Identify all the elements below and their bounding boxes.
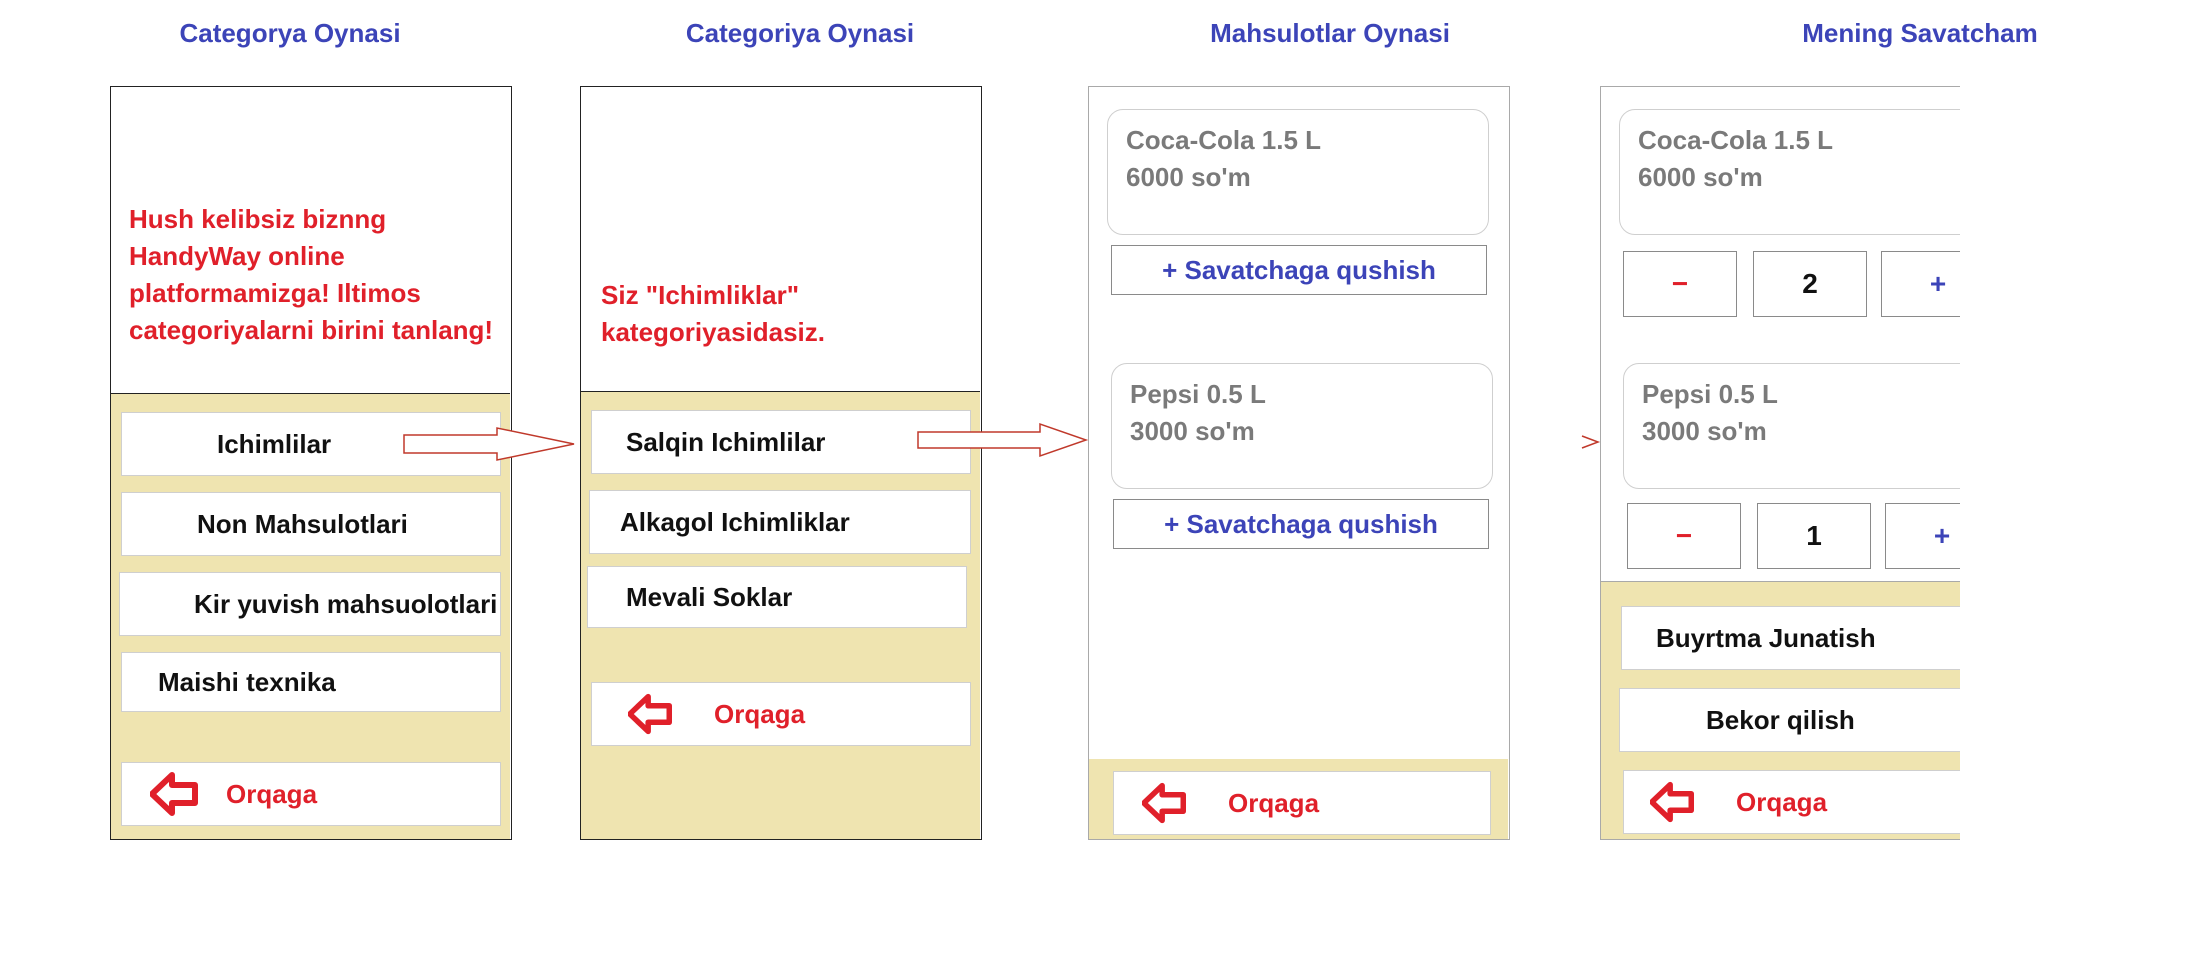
category-item-ichimlilar[interactable]: Ichimlilar — [121, 412, 501, 476]
product-name: Pepsi 0.5 L — [1642, 379, 1778, 409]
product-name: Coca-Cola 1.5 L — [1638, 125, 1834, 155]
screen-2-frame: Siz "Ichimliklar" kategoriyasidasiz. Sal… — [580, 86, 982, 840]
product-name: Coca-Cola 1.5 L — [1126, 125, 1322, 155]
back-label: Orqaga — [226, 778, 318, 809]
product-card-coca-cola: Coca-Cola 1.5 L 6000 so'm — [1107, 109, 1489, 235]
subcategory-item-salqin[interactable]: Salqin Ichimlilar — [591, 410, 971, 474]
minus-label: − — [1675, 520, 1693, 551]
subcategory-item-label: Mevali Soklar — [626, 581, 793, 612]
cancel-label: Bekor qilish — [1706, 704, 1855, 735]
quantity-field[interactable]: 2 — [1753, 251, 1867, 317]
plus-label: + — [1933, 520, 1951, 551]
subcategory-item-alkagol[interactable]: Alkagol Ichimliklar — [589, 490, 971, 554]
cart-actions-panel: Buyrtma Junatish Bekor qilish Orqaga — [1601, 581, 1960, 839]
product-card-pepsi: Pepsi 0.5 L 3000 so'm — [1111, 363, 1493, 489]
screen-3-frame: Coca-Cola 1.5 L 6000 so'm + Savatchaga q… — [1088, 86, 1510, 840]
screen-3-title: Mahsulotlar Oynasi — [1210, 18, 1450, 48]
category-item-label: Maishi texnika — [158, 666, 336, 697]
back-arrow-icon — [150, 772, 198, 816]
add-to-cart-button[interactable]: + Savatchaga qushish — [1111, 245, 1487, 295]
increase-button[interactable]: + — [1881, 251, 1960, 317]
screen-4-title: Mening Savatcham — [1802, 18, 2038, 48]
quantity-field[interactable]: 1 — [1757, 503, 1871, 569]
decrease-button[interactable]: − — [1623, 251, 1737, 317]
send-order-button[interactable]: Buyrtma Junatish — [1621, 606, 1960, 670]
flow-arrow-3 — [1581, 435, 1601, 449]
product-name: Pepsi 0.5 L — [1130, 379, 1266, 409]
product-price: 6000 so'm — [1638, 162, 1763, 192]
screen-4-frame: Coca-Cola 1.5 L 6000 so'm − 2 + Pepsi 0.… — [1600, 86, 1960, 840]
category-message: Siz "Ichimliklar" kategoriyasidasiz. — [601, 280, 825, 347]
product-price: 3000 so'm — [1130, 416, 1255, 446]
back-arrow-icon — [1142, 782, 1186, 824]
subcategory-panel: Salqin Ichimlilar Alkagol Ichimliklar Me… — [581, 391, 980, 839]
decrease-button[interactable]: − — [1627, 503, 1741, 569]
category-item-kir-yuvish[interactable]: Kir yuvish mahsuolotlari — [119, 572, 501, 636]
category-item-label: Non Mahsulotlari — [197, 508, 408, 539]
welcome-message: Hush kelibsiz biznng HandyWay online pla… — [129, 204, 494, 345]
quantity-value: 1 — [1806, 520, 1822, 551]
product-price: 6000 so'm — [1126, 162, 1251, 192]
back-button[interactable]: Orqaga — [121, 762, 501, 826]
category-item-non-mahsulotlari[interactable]: Non Mahsulotlari — [121, 492, 501, 556]
back-arrow-icon — [1650, 781, 1694, 823]
cart-item-pepsi: Pepsi 0.5 L 3000 so'm — [1623, 363, 1960, 489]
add-to-cart-label: + Savatchaga qushish — [1162, 254, 1436, 285]
subcategory-item-mevali[interactable]: Mevali Soklar — [587, 566, 967, 628]
screen-1-frame: Hush kelibsiz biznng HandyWay online pla… — [110, 86, 512, 840]
back-button[interactable]: Orqaga — [1623, 770, 1960, 834]
cart-item-coca-cola: Coca-Cola 1.5 L 6000 so'm — [1619, 109, 1960, 235]
back-label: Orqaga — [714, 698, 806, 729]
plus-label: + — [1929, 268, 1947, 299]
product-price: 3000 so'm — [1642, 416, 1767, 446]
category-item-label: Ichimlilar — [217, 428, 332, 459]
back-button[interactable]: Orqaga — [591, 682, 971, 746]
subcategory-item-label: Alkagol Ichimliklar — [620, 506, 850, 537]
back-label: Orqaga — [1228, 787, 1320, 818]
category-panel: Ichimlilar Non Mahsulotlari Kir yuvish m… — [111, 393, 510, 839]
category-item-maishi-texnika[interactable]: Maishi texnika — [121, 652, 501, 712]
add-to-cart-label: + Savatchaga qushish — [1164, 508, 1438, 539]
increase-button[interactable]: + — [1885, 503, 1960, 569]
add-to-cart-button[interactable]: + Savatchaga qushish — [1113, 499, 1489, 549]
quantity-value: 2 — [1802, 268, 1818, 299]
minus-label: − — [1671, 268, 1689, 299]
bottom-panel: Orqaga — [1089, 759, 1508, 839]
screen-1-title: Categorya Oynasi — [179, 18, 401, 48]
cancel-button[interactable]: Bekor qilish — [1619, 688, 1960, 752]
screen-2-title: Categoriya Oynasi — [685, 18, 915, 48]
back-button[interactable]: Orqaga — [1113, 771, 1491, 835]
back-label: Orqaga — [1736, 786, 1828, 817]
category-item-label: Kir yuvish mahsuolotlari — [194, 588, 498, 619]
back-arrow-icon — [628, 693, 672, 735]
subcategory-item-label: Salqin Ichimlilar — [626, 426, 826, 457]
send-order-label: Buyrtma Junatish — [1656, 622, 1876, 653]
